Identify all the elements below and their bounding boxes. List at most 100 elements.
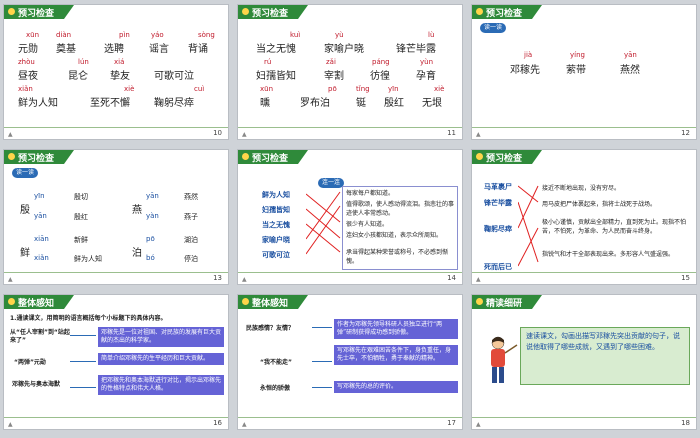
- footer-mark: ▲: [476, 276, 481, 283]
- slide-footer: [4, 417, 228, 429]
- pinyin: pō: [328, 85, 337, 93]
- slide-thumbnail-15[interactable]: 预习检查 马革裹尸 锋芒毕露 鞠躬尽瘁 死而后已 接近不断地出现，没有穷尽。 用…: [471, 149, 697, 285]
- slide-number: 16: [213, 419, 222, 427]
- footer-mark: ▲: [242, 421, 247, 428]
- slide-thumbnail-12[interactable]: 预习检查 读一读 jià yíng yān 邓稼先 萦带 燕然 ▲ 12: [471, 4, 697, 140]
- slide-title-banner: 整体感知: [4, 295, 74, 309]
- pinyin: yù: [335, 31, 344, 39]
- slide-number: 17: [447, 419, 456, 427]
- summary-box: 把邓稼先和奥本海默进行对比，揭示出邓稼先的性格特点和伟大人格。: [98, 375, 224, 395]
- footer-mark: ▲: [8, 421, 13, 428]
- match-left-item: 可歌可泣: [262, 251, 290, 259]
- pinyin: xiè: [124, 85, 135, 93]
- polyphone-char: 殷: [20, 205, 30, 216]
- vocab-word: 燕然: [620, 65, 640, 76]
- slide-title: 预习检查: [486, 9, 523, 19]
- pinyin: xiá: [114, 58, 125, 66]
- match-left-item: 马革裹尸: [484, 183, 512, 191]
- slide-title-banner: 预习检查: [4, 5, 74, 19]
- example-word: 燕然: [184, 193, 198, 201]
- summary-box: 简单介绍邓稼先的生平经历和巨大贡献。: [98, 353, 224, 365]
- slide-number: 14: [447, 274, 456, 282]
- example-word: 殷红: [74, 213, 88, 221]
- slide-title: 预习检查: [18, 154, 55, 164]
- match-lines: [306, 191, 341, 255]
- footer-mark: ▲: [8, 131, 13, 138]
- bullet-icon: [476, 8, 483, 15]
- slide-thumbnail-16[interactable]: 整体感知 1.通读课文，用简明的语言概括每个小标题下的具体内容。 从“任人宰割”…: [3, 294, 229, 430]
- pinyin: páng: [372, 58, 390, 66]
- match-right-item: 用马皮把尸体裹起来，指将士战死于战场。: [542, 201, 657, 208]
- polyphone-char: 泊: [132, 248, 142, 259]
- arrow-connector: [312, 361, 332, 362]
- pinyin: jià: [524, 51, 533, 59]
- slide-title: 预习检查: [252, 154, 289, 164]
- summary-box: 邓稼先是一位对祖国、对民族的发展有巨大贡献的杰出的科学家。: [98, 327, 224, 347]
- pinyin: xūn: [26, 31, 40, 39]
- slide-thumbnail-13[interactable]: 预习检查 读一读 殷 yīn 殷切 yān 殷红 燕 yān 燕然 yàn 燕子…: [3, 149, 229, 285]
- vocab-word: 彷徨: [370, 71, 390, 82]
- pinyin: xiǎn: [34, 254, 49, 262]
- footer-mark: ▲: [8, 276, 13, 283]
- slide-title-banner: 预习检查: [238, 150, 308, 164]
- vocab-word: 孕育: [416, 71, 436, 82]
- section-badge: 读一读: [12, 168, 38, 178]
- slide-number: 18: [681, 419, 690, 427]
- slide-title: 预习检查: [18, 9, 55, 19]
- question-text: 1.通读课文，用简明的语言概括每个小标题下的具体内容。: [10, 315, 167, 322]
- slide-footer: [4, 127, 228, 139]
- match-right-item: 指锐气和才干全部表现出来。多形容人气盛逞强。: [542, 251, 675, 258]
- pinyin: yān: [34, 212, 47, 220]
- pinyin: lù: [428, 31, 435, 39]
- match-left-item: 当之无愧: [262, 221, 290, 229]
- pinyin: yáo: [151, 31, 164, 39]
- slide-footer: [238, 127, 462, 139]
- slide-number: 15: [681, 274, 690, 282]
- match-left-item: 死而后已: [484, 263, 512, 271]
- slide-title-banner: 预习检查: [472, 5, 542, 19]
- match-right-item: 极小心谨慎，贡献出全部精力，直到死为止。现指不怕苦，不怕死，为革命、为人民而奋斗…: [542, 219, 687, 235]
- slide-thumbnail-14[interactable]: 预习检查 连一连 鲜为人知 妇孺皆知 当之无愧 家喻户晓 可歌可泣 每家每户都知…: [237, 149, 463, 285]
- bullet-icon: [476, 298, 483, 305]
- teacher-icon: [491, 336, 518, 383]
- bullet-icon: [476, 153, 483, 160]
- pinyin: lún: [78, 58, 89, 66]
- vocab-word: 至死不懈: [90, 98, 130, 109]
- slide-thumbnail-11[interactable]: 预习检查 kuì yù lù 当之无愧 家喻户晓 锋芒毕露 rú zǎi pán…: [237, 4, 463, 140]
- summary-box: 作者为邓稼先领导科研人员独立进行“两弹”研制获得成功感到骄傲。: [334, 319, 458, 339]
- match-right-item: 承当得起某种荣誉或称号，不必感到惭愧。: [346, 249, 449, 265]
- vocab-word: 邓稼先: [510, 65, 540, 76]
- vocab-word: 罗布泊: [300, 98, 330, 109]
- task-prompt-text: 速读课文，勾画出描写邓稼先突出贡献的句子，说说他取得了哪些成就，又遇到了哪些困难…: [526, 332, 680, 351]
- bullet-icon: [8, 8, 15, 15]
- pinyin: rú: [264, 58, 272, 66]
- pinyin: pō: [146, 235, 155, 243]
- pinyin: yān: [146, 192, 159, 200]
- example-word: 殷切: [74, 193, 88, 201]
- vocab-word: 曛: [260, 98, 270, 109]
- match-right-item: 很少有人知道。: [346, 221, 389, 228]
- example-word: 停泊: [184, 255, 198, 263]
- match-left-item: 鲜为人知: [262, 191, 290, 199]
- pinyin: diàn: [56, 31, 72, 39]
- slide-title-banner: 预习检查: [238, 5, 308, 19]
- slide-footer: [472, 272, 696, 284]
- slide-title-banner: 整体感知: [238, 295, 308, 309]
- section-badge: 连一连: [318, 178, 344, 188]
- footer-mark: ▲: [242, 131, 247, 138]
- example-word: 湖泊: [184, 236, 198, 244]
- slide-title: 精读细研: [486, 299, 523, 309]
- slide-thumbnail-10[interactable]: 预习检查 xūn diàn pìn yáo sòng 元勋 奠基 选聘 谣言 背…: [3, 4, 229, 140]
- subheading-label: 从“任人宰割”到“站起来了”: [10, 329, 70, 344]
- match-right-item: 接近不断地出现，没有穷尽。: [542, 185, 621, 192]
- pinyin: xiān: [34, 235, 49, 243]
- polyphone-char: 燕: [132, 205, 142, 216]
- slide-thumbnail-18[interactable]: 精读细研 速读课文，勾画出描写邓稼先突出贡献的句子，说说他取得了哪些成就，又遇到…: [471, 294, 697, 430]
- arrow-connector: [70, 335, 96, 336]
- vocab-word: 铤: [356, 98, 366, 109]
- bullet-icon: [242, 8, 249, 15]
- vocab-word: 挚友: [110, 71, 130, 82]
- vocab-word: 无垠: [422, 98, 442, 109]
- vocab-word: 鞠躬尽瘁: [154, 98, 194, 109]
- slide-thumbnail-17[interactable]: 整体感知 民族感情？友情？ “我不能走” 永恒的骄傲 作者为邓稼先领导科研人员独…: [237, 294, 463, 430]
